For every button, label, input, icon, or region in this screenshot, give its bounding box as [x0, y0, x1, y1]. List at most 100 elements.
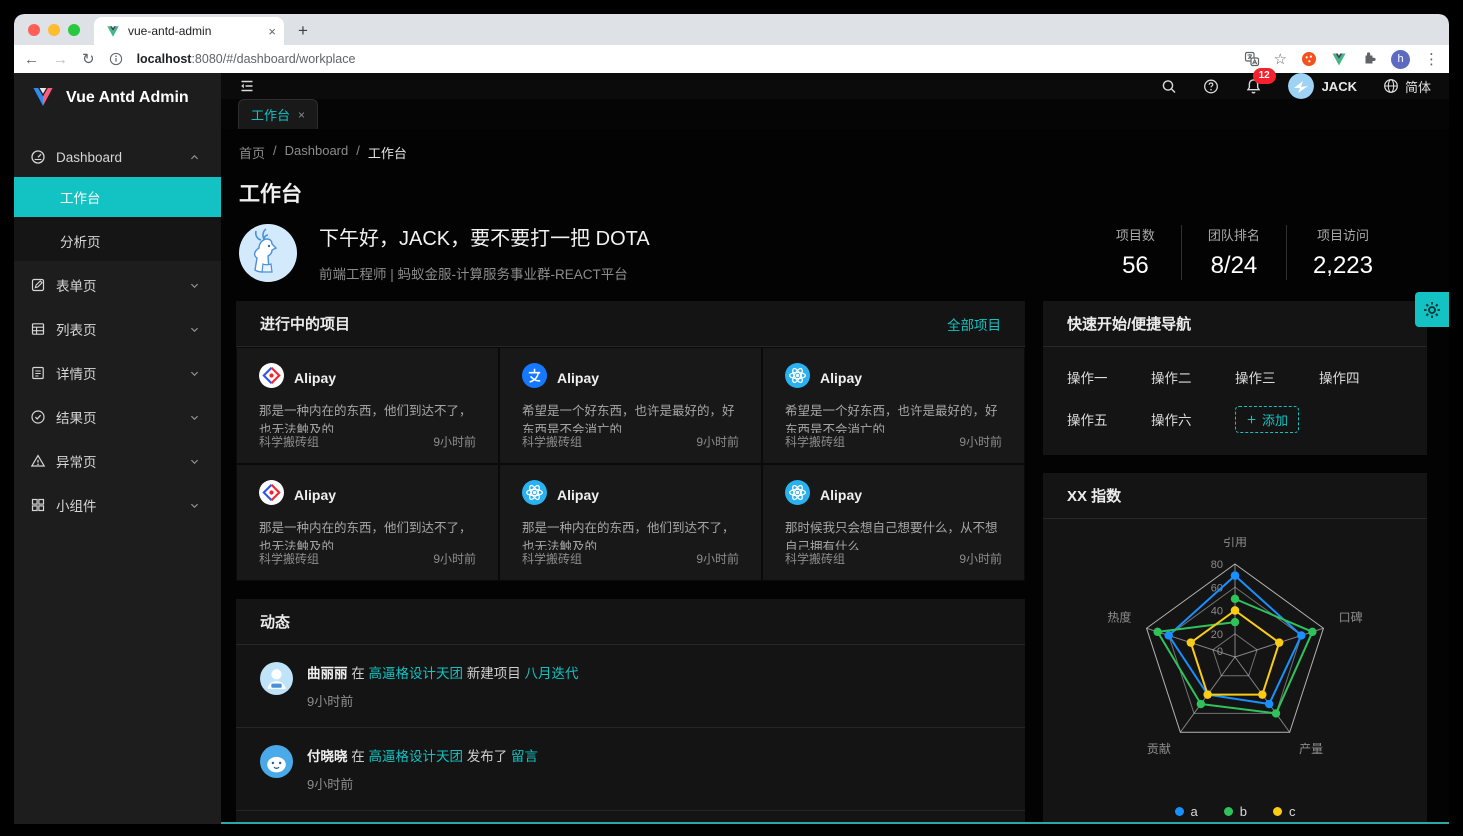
sidebar-item-dashboard[interactable]: Dashboard — [14, 137, 221, 177]
menu-fold-icon[interactable] — [239, 77, 255, 95]
close-window-button[interactable] — [28, 24, 40, 36]
browser-profile-avatar[interactable]: h — [1391, 50, 1410, 69]
activity-text: 在 — [348, 666, 369, 681]
project-group[interactable]: 科学搬砖组 — [522, 433, 582, 450]
svg-text:80: 80 — [1211, 559, 1223, 571]
quick-link-操作一[interactable]: 操作一 — [1067, 367, 1151, 387]
sidebar-item-label: 异常页 — [56, 451, 179, 471]
sidebar-subitem-工作台[interactable]: 工作台 — [14, 177, 221, 217]
sidebar-item-5[interactable]: 异常页 — [14, 441, 221, 481]
deer-avatar — [239, 224, 297, 282]
page-info-icon[interactable] — [109, 52, 123, 66]
page-title: 工作台 — [239, 178, 1423, 208]
help-question-icon[interactable] — [1203, 78, 1219, 95]
language-switch[interactable]: 简体 — [1383, 77, 1431, 96]
project-group[interactable]: 科学搬砖组 — [785, 433, 845, 450]
quick-link-操作五[interactable]: 操作五 — [1067, 409, 1151, 433]
activity-link[interactable]: 高逼格设计天团 — [369, 666, 464, 681]
project-group[interactable]: 科学搬砖组 — [259, 433, 319, 450]
project-card[interactable]: Alipay那时候我只会想自己想要什么，从不想自己拥有什么科学搬砖组9小时前 — [762, 464, 1025, 581]
chevron-down-icon — [189, 280, 205, 291]
svg-text:热度: 热度 — [1107, 609, 1131, 624]
tab-close-icon[interactable]: × — [268, 24, 276, 39]
page-tab-close-icon[interactable]: × — [298, 108, 305, 122]
reload-icon[interactable]: ↻ — [82, 52, 95, 67]
project-card[interactable]: Alipay希望是一个好东西，也许是最好的，好东西是不会消亡的科学搬砖组9小时前 — [499, 347, 762, 464]
user-menu[interactable]: JACK — [1288, 73, 1357, 99]
project-group[interactable]: 科学搬砖组 — [522, 550, 582, 567]
new-tab-button[interactable]: + — [284, 21, 322, 45]
extensions-puzzle-icon[interactable] — [1361, 51, 1377, 67]
project-card[interactable]: Alipay那是一种内在的东西，他们到达不了，也无法触及的科学搬砖组9小时前 — [499, 464, 762, 581]
index-chart-card: XX 指数 020406080引用口碑产量贡献热度 abc — [1043, 473, 1427, 824]
welcome-row: 下午好，JACK，要不要打一把 DOTA 前端工程师 | 蚂蚁金服-计算服务事业… — [239, 222, 1423, 283]
svg-text:40: 40 — [1211, 606, 1223, 618]
antd-icon — [259, 363, 284, 393]
project-name[interactable]: Alipay — [557, 487, 599, 503]
quick-link-操作六[interactable]: 操作六 — [1151, 409, 1235, 433]
activity-link[interactable]: 高逼格设计天团 — [369, 749, 464, 764]
sidebar-item-4[interactable]: 结果页 — [14, 397, 221, 437]
notifications-bell-icon[interactable]: 12 — [1245, 78, 1262, 95]
sidebar-subitem-分析页[interactable]: 分析页 — [14, 221, 221, 261]
project-name[interactable]: Alipay — [294, 487, 336, 503]
breadcrumb-dashboard[interactable]: Dashboard — [285, 143, 349, 162]
add-button[interactable]: 添加 — [1235, 406, 1299, 433]
sidebar-item-label: Dashboard — [56, 150, 179, 165]
legend-dot — [1224, 807, 1233, 816]
legend-item-c[interactable]: c — [1273, 804, 1296, 819]
project-name[interactable]: Alipay — [820, 487, 862, 503]
all-projects-link[interactable]: 全部项目 — [947, 314, 1001, 334]
sidebar-item-3[interactable]: 详情页 — [14, 353, 221, 393]
minimize-window-button[interactable] — [48, 24, 60, 36]
maximize-window-button[interactable] — [68, 24, 80, 36]
macos-window-controls[interactable] — [14, 24, 94, 45]
translate-icon[interactable] — [1244, 51, 1260, 67]
form-icon — [30, 277, 46, 293]
legend-item-a[interactable]: a — [1175, 804, 1198, 819]
sidebar-item-1[interactable]: 表单页 — [14, 265, 221, 305]
browser-toolbar: ← → ↻ localhost:8080/#/dashboard/workpla… — [14, 45, 1449, 73]
quick-link-操作三[interactable]: 操作三 — [1235, 367, 1319, 387]
settings-gear-button[interactable] — [1415, 292, 1449, 327]
activity-user[interactable]: 付晓晓 — [307, 749, 348, 764]
back-icon[interactable]: ← — [24, 52, 39, 67]
project-name[interactable]: Alipay — [820, 370, 862, 386]
legend-item-b[interactable]: b — [1224, 804, 1247, 819]
project-name[interactable]: Alipay — [557, 370, 599, 386]
sidebar-item-6[interactable]: 小组件 — [14, 485, 221, 525]
project-name[interactable]: Alipay — [294, 370, 336, 386]
quick-link-操作四[interactable]: 操作四 — [1319, 367, 1403, 387]
project-group[interactable]: 科学搬砖组 — [259, 550, 319, 567]
extension-orange-icon[interactable] — [1301, 51, 1317, 67]
url-path: :8080/#/dashboard/workplace — [191, 52, 355, 66]
page-tab-workplace[interactable]: 工作台 × — [238, 99, 318, 129]
vue-devtools-icon[interactable] — [1331, 51, 1347, 67]
browser-tab[interactable]: vue-antd-admin × — [94, 17, 284, 45]
chevron-down-icon — [189, 412, 205, 423]
app-logo[interactable]: Vue Antd Admin — [14, 73, 221, 123]
profile-icon — [30, 365, 46, 381]
quick-nav-title: 快速开始/便捷导航 — [1067, 313, 1191, 334]
react-icon — [785, 480, 810, 510]
chevron-down-icon — [189, 500, 205, 511]
activity-link[interactable]: 留言 — [511, 749, 538, 764]
url-bar[interactable]: localhost:8080/#/dashboard/workplace — [137, 52, 1230, 66]
breadcrumb-home[interactable]: 首页 — [239, 143, 265, 162]
search-icon[interactable] — [1161, 78, 1177, 95]
project-card[interactable]: Alipay那是一种内在的东西，他们到达不了，也无法触及的科学搬砖组9小时前 — [236, 464, 499, 581]
sidebar: Vue Antd Admin Dashboard 工作台分析页表单页列表页详情页结… — [14, 73, 221, 824]
project-card[interactable]: Alipay那是一种内在的东西，他们到达不了，也无法触及的科学搬砖组9小时前 — [236, 347, 499, 464]
quick-link-操作二[interactable]: 操作二 — [1151, 367, 1235, 387]
svg-text:引用: 引用 — [1223, 537, 1247, 549]
chevron-down-icon — [189, 324, 205, 335]
activity-user[interactable]: 曲丽丽 — [307, 666, 348, 681]
legend-dot — [1175, 807, 1184, 816]
project-group[interactable]: 科学搬砖组 — [785, 550, 845, 567]
browser-menu-icon[interactable]: ⋮ — [1424, 52, 1439, 67]
activity-link[interactable]: 八月迭代 — [525, 666, 579, 681]
bookmark-star-icon[interactable]: ☆ — [1274, 52, 1287, 67]
sidebar-item-2[interactable]: 列表页 — [14, 309, 221, 349]
project-card[interactable]: Alipay希望是一个好东西，也许是最好的，好东西是不会消亡的科学搬砖组9小时前 — [762, 347, 1025, 464]
table-icon — [30, 321, 46, 337]
